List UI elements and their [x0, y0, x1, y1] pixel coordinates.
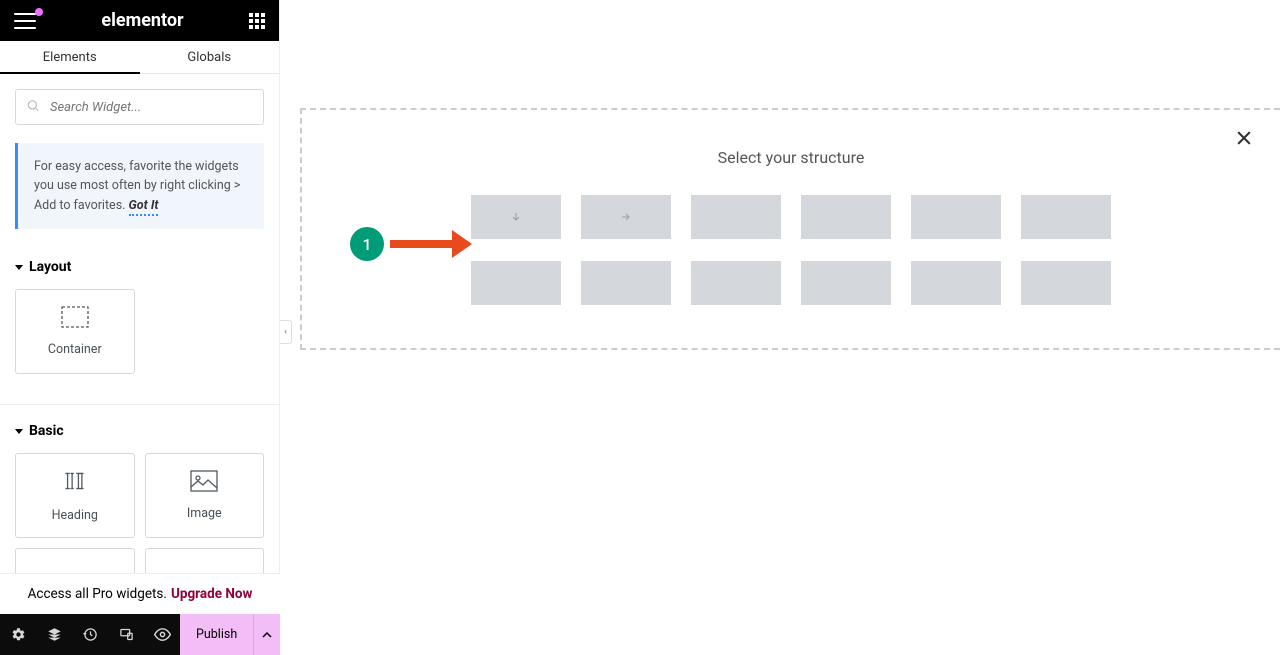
preset-1-2-columns[interactable]	[911, 195, 1001, 239]
section-layout-label: Layout	[29, 259, 71, 275]
sidebar-topbar: elementor	[0, 0, 279, 41]
preset-single-column-down[interactable]	[471, 195, 561, 239]
publish-options-button[interactable]	[253, 614, 280, 655]
preset-left-split-right-full[interactable]	[691, 261, 781, 305]
widget-image-label: Image	[187, 506, 222, 521]
notice-gotit[interactable]: Got It	[129, 198, 159, 216]
upgrade-bar: Access all Pro widgets. Upgrade Now	[0, 573, 280, 614]
publish-button[interactable]: Publish	[180, 614, 253, 655]
upgrade-link[interactable]: Upgrade Now	[171, 586, 252, 602]
structure-selector: Select your structure	[300, 108, 1280, 350]
section-layout-header[interactable]: Layout	[15, 259, 264, 275]
preset-single-row-right[interactable]	[581, 195, 671, 239]
preset-row-2	[471, 261, 1111, 305]
preset-top-full-bottom-2[interactable]	[801, 261, 891, 305]
container-icon	[61, 306, 89, 332]
preview-button[interactable]	[144, 614, 180, 655]
preset-grid-2x2[interactable]	[471, 261, 561, 305]
footer-icons	[0, 614, 180, 655]
panel-tabs: Elements Globals	[0, 41, 279, 74]
widget-heading-label: Heading	[52, 508, 98, 523]
upgrade-text: Access all Pro widgets.	[28, 586, 167, 602]
section-divider	[0, 404, 279, 405]
caret-down-icon	[15, 265, 23, 270]
widget-container[interactable]: Container	[15, 289, 135, 374]
tab-globals[interactable]: Globals	[140, 41, 280, 73]
layout-widgets: Container	[15, 289, 264, 374]
logo: elementor	[101, 10, 183, 31]
caret-down-icon	[15, 429, 23, 434]
close-button[interactable]	[1234, 128, 1254, 152]
notification-dot	[35, 8, 43, 16]
preset-2-columns[interactable]	[691, 195, 781, 239]
favorites-notice: For easy access, favorite the widgets yo…	[15, 143, 264, 229]
section-basic-label: Basic	[29, 423, 64, 439]
heading-icon	[60, 468, 90, 498]
tab-elements[interactable]: Elements	[0, 41, 140, 73]
image-icon	[190, 470, 218, 496]
preset-3-columns[interactable]	[801, 195, 891, 239]
preset-left-full-right-split[interactable]	[581, 261, 671, 305]
navigator-button[interactable]	[36, 614, 72, 655]
preset-grid-2x3-alt[interactable]	[1021, 261, 1111, 305]
preset-2-1-columns[interactable]	[1021, 195, 1111, 239]
menu-button[interactable]	[14, 13, 36, 29]
search-icon	[26, 98, 40, 117]
footer-bar: Publish	[0, 614, 280, 655]
apps-grid-icon[interactable]	[249, 13, 265, 29]
preset-top-2-bottom-full[interactable]	[911, 261, 1001, 305]
search-widget-wrap	[15, 89, 264, 125]
preset-row-1	[471, 195, 1111, 239]
widget-container-label: Container	[48, 342, 102, 357]
responsive-button[interactable]	[108, 614, 144, 655]
widget-image[interactable]: Image	[145, 453, 265, 538]
search-input[interactable]	[15, 89, 264, 125]
section-basic-header[interactable]: Basic	[15, 423, 264, 439]
collapse-sidebar-button[interactable]: ‹	[280, 320, 292, 344]
structure-presets	[322, 195, 1260, 305]
history-button[interactable]	[72, 614, 108, 655]
settings-button[interactable]	[0, 614, 36, 655]
structure-title: Select your structure	[322, 148, 1260, 167]
panel-body: For easy access, favorite the widgets yo…	[0, 74, 279, 655]
widget-heading[interactable]: Heading	[15, 453, 135, 538]
editor-sidebar: elementor Elements Globals For easy acce…	[0, 0, 280, 655]
